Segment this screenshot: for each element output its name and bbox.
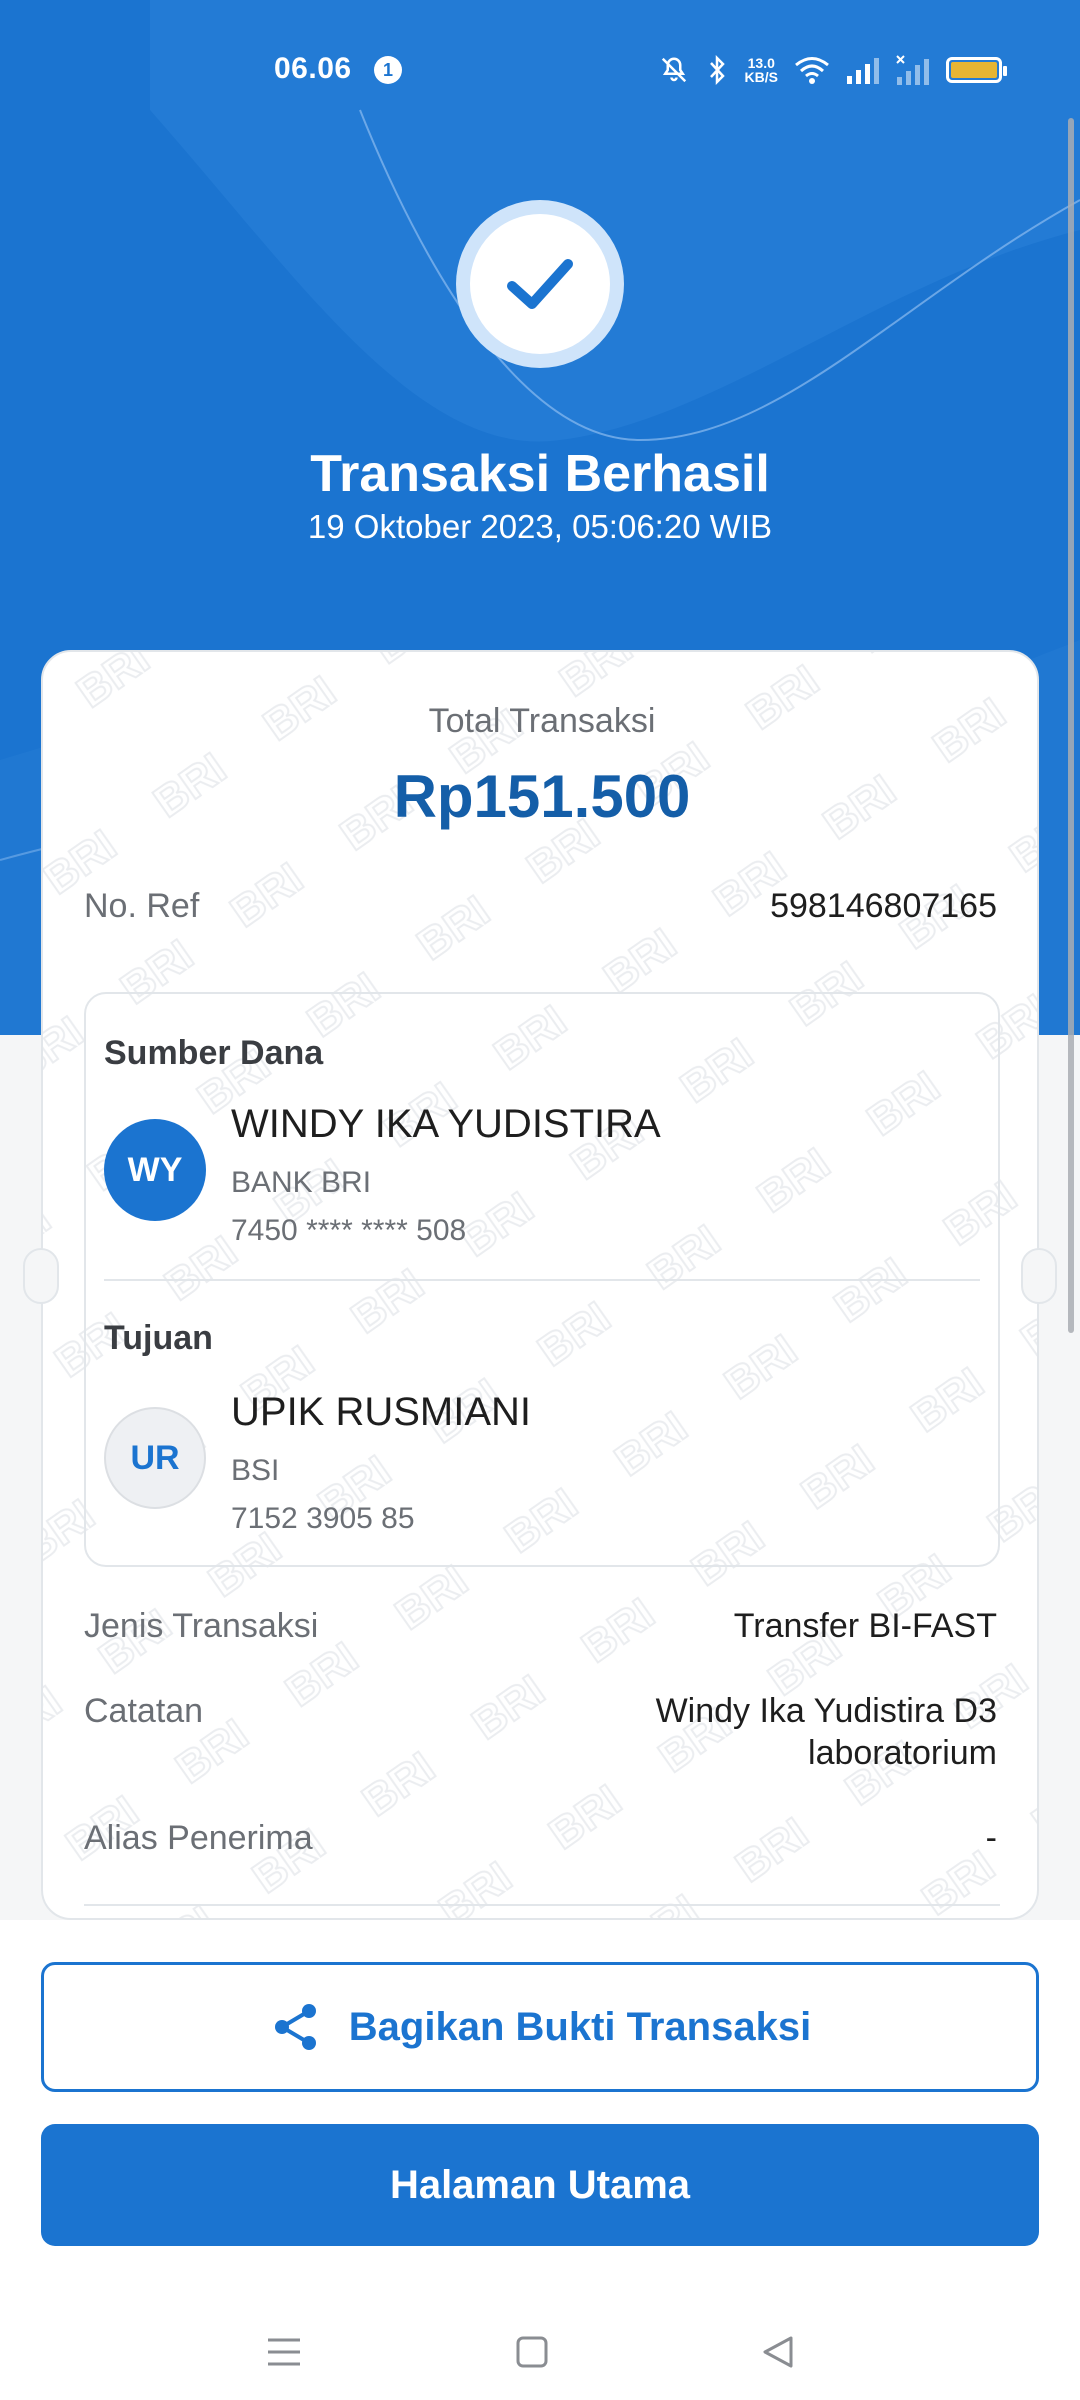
net-speed-value: 13.0: [747, 55, 775, 71]
status-icons: 13.0 KB/S: [659, 52, 1007, 88]
note-label: Catatan: [84, 1692, 204, 1730]
source-section-title: Sumber Dana: [104, 1034, 324, 1072]
note-value-line2: laboratorium: [808, 1734, 997, 1772]
wifi-icon: [794, 55, 830, 85]
home-button[interactable]: Halaman Utama: [41, 2124, 1039, 2246]
net-speed-indicator: 13.0 KB/S: [745, 56, 778, 84]
share-icon: [274, 2004, 316, 2050]
signal-off-icon: [896, 55, 930, 85]
status-bar: 06.06 1 13.0 KB/S: [0, 0, 1080, 110]
avatar: WY: [104, 1119, 206, 1221]
home-icon[interactable]: [510, 2330, 554, 2374]
success-check-badge: [456, 200, 624, 368]
transaction-datetime: 19 Oktober 2023, 05:06:20 WIB: [307, 508, 773, 545]
notification-count-badge: 1: [374, 56, 402, 84]
share-receipt-button[interactable]: Bagikan Bukti Transaksi: [41, 1962, 1039, 2092]
divider: [84, 1904, 1000, 1906]
net-speed-unit: KB/S: [744, 69, 778, 85]
ref-value: 598146807165: [770, 887, 997, 925]
system-nav-bar: [0, 2300, 1080, 2400]
scrollbar[interactable]: [1068, 118, 1074, 1333]
share-receipt-label: Bagikan Bukti Transaksi: [348, 2004, 812, 2049]
destination-section-title: Tujuan: [104, 1319, 213, 1357]
total-amount: Rp151.500: [393, 763, 691, 830]
page-title: Transaksi Berhasil: [310, 445, 770, 503]
bluetooth-icon: [705, 55, 729, 85]
menu-icon[interactable]: [262, 2330, 306, 2374]
signal-icon: [846, 56, 880, 84]
source-account: 7450 **** **** 508: [231, 1214, 467, 1247]
receipt-card[interactable]: BRI Total Transaksi Rp151.500 No. Ref 59…: [41, 650, 1039, 1920]
card-notch-left: [23, 1248, 59, 1304]
transaction-type-value: Transfer BI-FAST: [733, 1607, 997, 1645]
divider: [104, 1279, 980, 1281]
battery-icon: [946, 57, 1007, 83]
source-bank: BANK BRI: [231, 1166, 372, 1199]
check-icon: [507, 259, 573, 309]
note-value-line1: Windy Ika Yudistira D3: [655, 1692, 997, 1730]
avatar: UR: [104, 1407, 206, 1509]
alias-label: Alias Penerima: [84, 1819, 313, 1857]
bell-muted-icon: [659, 55, 689, 85]
destination-name: UPIK RUSMIANI: [231, 1390, 532, 1434]
destination-account: 7152 3905 85: [231, 1502, 415, 1535]
alias-value: -: [985, 1819, 997, 1857]
back-icon[interactable]: [756, 2330, 800, 2374]
parties-box: Sumber Dana WY WINDY IKA YUDISTIRA BANK …: [84, 992, 1000, 1567]
total-label: Total Transaksi: [428, 702, 656, 740]
source-name: WINDY IKA YUDISTIRA: [231, 1102, 661, 1146]
card-notch-right: [1021, 1248, 1057, 1304]
status-time: 06.06: [274, 52, 352, 85]
destination-bank: BSI: [231, 1454, 280, 1487]
ref-label: No. Ref: [84, 887, 200, 925]
transaction-type-label: Jenis Transaksi: [84, 1607, 319, 1645]
